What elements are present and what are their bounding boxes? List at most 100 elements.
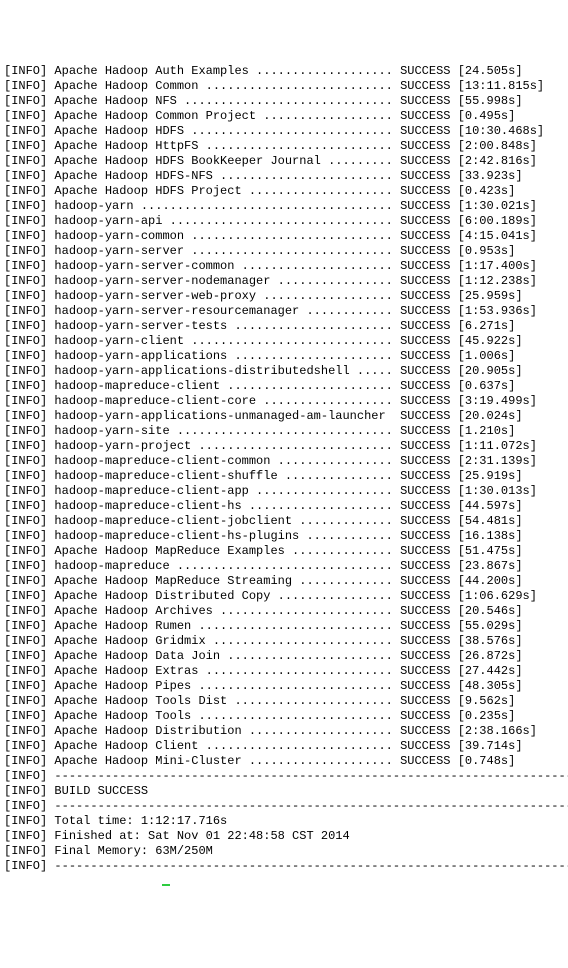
module-time: [2:42.816s] (458, 154, 537, 168)
module-name: Apache Hadoop Archives .................… (54, 604, 400, 618)
module-name: hadoop-yarn-server .....................… (54, 244, 400, 258)
module-time: [44.200s] (458, 574, 523, 588)
module-name: hadoop-mapreduce-client ................… (54, 379, 400, 393)
module-name: hadoop-yarn-server-resourcemanager .....… (54, 304, 400, 318)
log-level-tag: [INFO] (4, 619, 47, 633)
log-level-tag: [INFO] (4, 274, 47, 288)
log-level-tag: [INFO] (4, 259, 47, 273)
module-time: [1.006s] (458, 349, 516, 363)
final-memory-line: [INFO] Final Memory: 63M/250M (4, 844, 564, 859)
log-level-tag: [INFO] (4, 184, 47, 198)
module-status: SUCCESS (400, 619, 450, 633)
log-level-tag: [INFO] (4, 349, 47, 363)
build-module-line: [INFO] Apache Hadoop HDFS-NFS ..........… (4, 169, 564, 184)
log-level-tag: [INFO] (4, 664, 47, 678)
module-name: Apache Hadoop Common ...................… (54, 79, 400, 93)
module-time: [20.546s] (458, 604, 523, 618)
module-status: SUCCESS (400, 709, 450, 723)
module-name: hadoop-mapreduce-client-app ............… (54, 484, 400, 498)
build-module-line: [INFO] Apache Hadoop Pipes .............… (4, 679, 564, 694)
module-status: SUCCESS (400, 154, 450, 168)
log-level-tag: [INFO] (4, 409, 47, 423)
module-status: SUCCESS (400, 319, 450, 333)
module-status: SUCCESS (400, 574, 450, 588)
module-status: SUCCESS (400, 454, 450, 468)
module-name: hadoop-yarn-server-tests ...............… (54, 319, 400, 333)
build-module-line: [INFO] hadoop-mapreduce-client-core ....… (4, 394, 564, 409)
log-level-tag: [INFO] (4, 229, 47, 243)
module-time: [39.714s] (458, 739, 523, 753)
module-status: SUCCESS (400, 754, 450, 768)
log-level-tag: [INFO] (4, 139, 47, 153)
module-time: [1:17.400s] (458, 259, 537, 273)
module-time: [2:38.166s] (458, 724, 537, 738)
module-name: hadoop-mapreduce-client-core ...........… (54, 394, 400, 408)
module-name: Apache Hadoop HDFS BookKeeper Journal ..… (54, 154, 400, 168)
separator-line: [INFO] ---------------------------------… (4, 799, 564, 814)
build-module-line: [INFO] hadoop-yarn-api .................… (4, 214, 564, 229)
module-status: SUCCESS (400, 409, 450, 423)
module-time: [55.998s] (458, 94, 523, 108)
build-module-line: [INFO] hadoop-mapreduce-client-hs ......… (4, 499, 564, 514)
module-name: Apache Hadoop Gridmix ..................… (54, 634, 400, 648)
log-level-tag: [INFO] (4, 319, 47, 333)
module-time: [1:30.021s] (458, 199, 537, 213)
build-module-line: [INFO] Apache Hadoop Extras ............… (4, 664, 564, 679)
build-module-line: [INFO] hadoop-yarn-server-nodemanager ..… (4, 274, 564, 289)
prompt-line[interactable] (4, 874, 564, 889)
module-status: SUCCESS (400, 484, 450, 498)
log-level-tag: [INFO] (4, 589, 47, 603)
module-name: hadoop-yarn-client .....................… (54, 334, 400, 348)
module-status: SUCCESS (400, 109, 450, 123)
build-module-line: [INFO] Apache Hadoop Common ............… (4, 79, 564, 94)
module-time: [0.748s] (458, 754, 516, 768)
module-status: SUCCESS (400, 694, 450, 708)
log-level-tag: [INFO] (4, 739, 47, 753)
build-module-line: [INFO] hadoop-yarn-client ..............… (4, 334, 564, 349)
log-level-tag: [INFO] (4, 499, 47, 513)
module-status: SUCCESS (400, 679, 450, 693)
module-name: hadoop-yarn-api ........................… (54, 214, 400, 228)
log-level-tag: [INFO] (4, 454, 47, 468)
module-status: SUCCESS (400, 544, 450, 558)
log-level-tag: [INFO] (4, 334, 47, 348)
build-module-line: [INFO] Apache Hadoop Mini-Cluster ......… (4, 754, 564, 769)
module-status: SUCCESS (400, 379, 450, 393)
module-time: [4:15.041s] (458, 229, 537, 243)
cursor-icon (162, 884, 170, 886)
module-name: Apache Hadoop Data Join ................… (54, 649, 400, 663)
build-module-line: [INFO] Apache Hadoop Archives ..........… (4, 604, 564, 619)
module-time: [51.475s] (458, 544, 523, 558)
build-module-line: [INFO] Apache Hadoop HDFS ..............… (4, 124, 564, 139)
build-module-line: [INFO] hadoop-mapreduce-client-shuffle .… (4, 469, 564, 484)
build-module-line: [INFO] Apache Hadoop Data Join .........… (4, 649, 564, 664)
log-level-tag: [INFO] (4, 154, 47, 168)
module-status: SUCCESS (400, 199, 450, 213)
module-name: hadoop-yarn-applications-distributedshel… (54, 364, 400, 378)
build-module-line: [INFO] Apache Hadoop MapReduce Streaming… (4, 574, 564, 589)
module-time: [23.867s] (458, 559, 523, 573)
module-time: [1:12.238s] (458, 274, 537, 288)
module-name: hadoop-mapreduce-client-jobclient ......… (54, 514, 400, 528)
build-module-line: [INFO] hadoop-yarn-project .............… (4, 439, 564, 454)
build-module-line: [INFO] hadoop-yarn-applications-unmanage… (4, 409, 564, 424)
module-time: [1:06.629s] (458, 589, 537, 603)
module-status: SUCCESS (400, 169, 450, 183)
module-time: [13:11.815s] (458, 79, 544, 93)
build-module-line: [INFO] hadoop-yarn-common ..............… (4, 229, 564, 244)
module-name: Apache Hadoop HDFS .....................… (54, 124, 400, 138)
build-module-line: [INFO] hadoop-yarn-site ................… (4, 424, 564, 439)
log-level-tag: [INFO] (4, 394, 47, 408)
build-module-line: [INFO] hadoop-yarn-server-web-proxy ....… (4, 289, 564, 304)
module-status: SUCCESS (400, 94, 450, 108)
module-time: [2:00.848s] (458, 139, 537, 153)
build-module-line: [INFO] hadoop-yarn-server-tests ........… (4, 319, 564, 334)
log-level-tag: [INFO] (4, 244, 47, 258)
log-level-tag: [INFO] (4, 379, 47, 393)
module-name: hadoop-mapreduce-client-shuffle ........… (54, 469, 400, 483)
build-module-line: [INFO] hadoop-mapreduce-client-app .....… (4, 484, 564, 499)
build-module-line: [INFO] hadoop-mapreduce-client-jobclient… (4, 514, 564, 529)
build-module-line: [INFO] hadoop-yarn-server-resourcemanage… (4, 304, 564, 319)
module-name: Apache Hadoop Client ...................… (54, 739, 400, 753)
build-module-line: [INFO] Apache Hadoop MapReduce Examples … (4, 544, 564, 559)
